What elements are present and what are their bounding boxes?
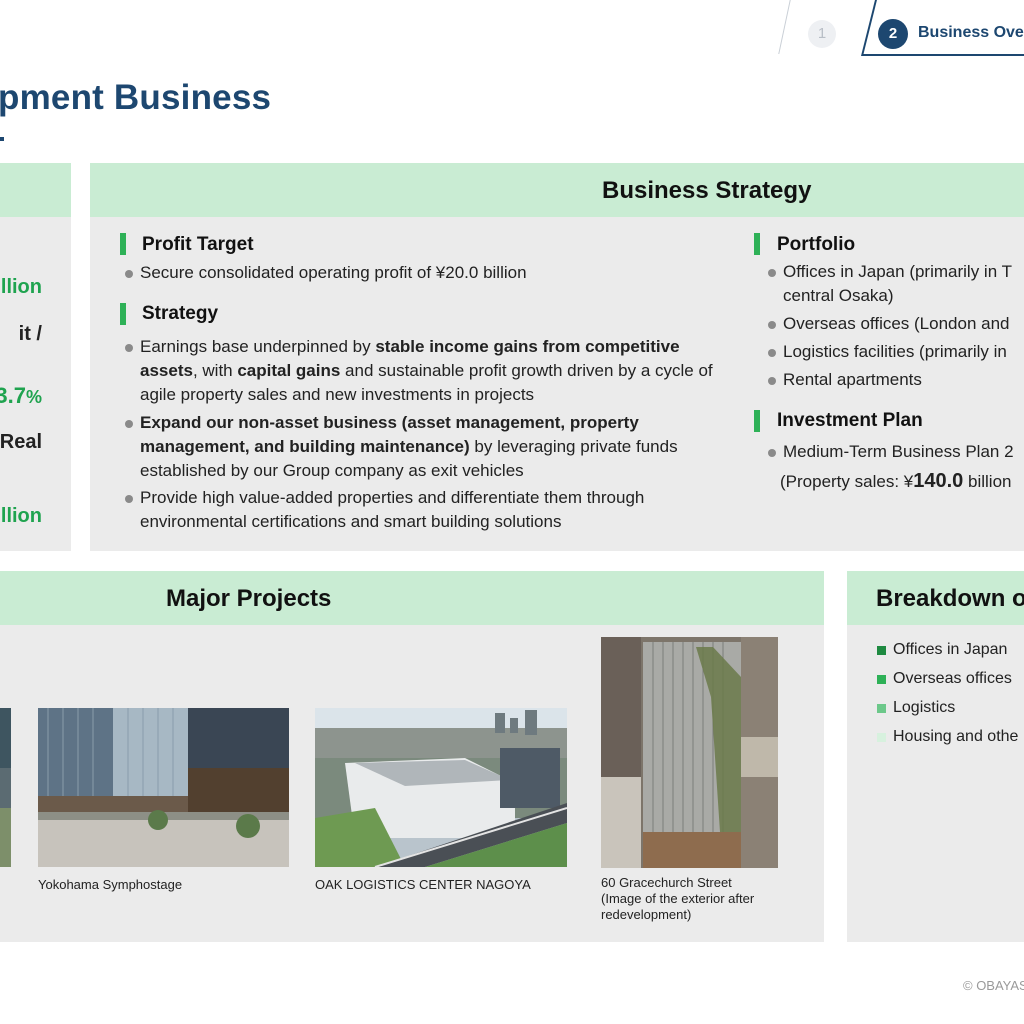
legend-item-offices-japan: Offices in Japan: [877, 641, 1007, 659]
bullet-dot: [125, 344, 133, 352]
legend-swatch: [877, 733, 886, 742]
bullet-dot: [768, 349, 776, 357]
bullet-dot: [125, 270, 133, 278]
strategy-bullet-1: Earnings base underpinned by stable inco…: [125, 335, 725, 407]
summary-panel: llion it / 3.7% f Real llion: [0, 163, 71, 551]
section-number-badge-active: 2: [878, 19, 908, 49]
breakdown-header: Breakdown o: [847, 571, 1024, 625]
strategy-heading: Strategy: [142, 303, 219, 324]
section-marker: [754, 233, 760, 255]
project-photo-oak-logistics: [315, 708, 567, 867]
strategy-bullet-3: Provide high value-added properties and …: [125, 486, 725, 534]
legend-item-logistics: Logistics: [877, 699, 955, 717]
portfolio-heading: Portfolio: [777, 234, 856, 255]
profit-target-bullet: Secure consolidated operating profit of …: [125, 261, 527, 285]
title-underline: [0, 137, 4, 141]
portfolio-item-3: Logistics facilities (primarily in: [768, 340, 1007, 364]
section-marker: [754, 410, 760, 432]
summary-value-1: llion: [0, 276, 42, 298]
investment-plan-detail: (Property sales: ¥140.0 billion: [780, 470, 1012, 492]
section-marker: [120, 233, 126, 255]
legend-swatch: [877, 646, 886, 655]
legend-swatch: [877, 704, 886, 713]
breakdown-panel: Breakdown o Offices in Japan Overseas of…: [847, 571, 1024, 942]
project-photo-cropped: [0, 708, 11, 867]
section-nav: 1 2 Business Over: [778, 0, 1024, 58]
business-strategy-header: Business Strategy: [90, 163, 1024, 217]
summary-label-2: f Real: [0, 431, 42, 453]
portfolio-item-2: Overseas offices (London and: [768, 312, 1010, 336]
copyright-notice: © OBAYAS: [963, 978, 1024, 993]
section-tab-2[interactable]: 2 Business Over: [856, 0, 1024, 56]
investment-plan-heading: Investment Plan: [777, 410, 923, 431]
bullet-dot: [125, 420, 133, 428]
project-caption-oak-logistics: OAK LOGISTICS CENTER NAGOYA: [315, 877, 531, 892]
major-projects-header: Major Projects: [0, 571, 824, 625]
project-photo-yokohama: [38, 708, 289, 867]
major-projects-title: Major Projects: [166, 585, 332, 612]
legend-item-overseas-offices: Overseas offices: [877, 670, 1012, 688]
investment-plan-bullet: Medium-Term Business Plan 2: [768, 440, 1014, 464]
business-strategy-title: Business Strategy: [602, 177, 812, 204]
project-caption-yokohama: Yokohama Symphostage: [38, 877, 183, 892]
profit-target-heading: Profit Target: [142, 234, 254, 255]
bullet-dot: [768, 377, 776, 385]
page-title: pment Business: [0, 78, 272, 117]
strategy-bullet-2: Expand our non-asset business (asset man…: [125, 411, 725, 483]
portfolio-item-1: Offices in Japan (primarily in T central…: [768, 260, 1012, 308]
section-marker: [120, 303, 126, 325]
portfolio-item-4: Rental apartments: [768, 368, 922, 392]
summary-value-2: 3.7%: [0, 383, 42, 408]
summary-panel-header: [0, 163, 71, 217]
summary-label-1: it /: [18, 323, 42, 345]
business-strategy-panel: Business Strategy Profit Target Secure c…: [90, 163, 1024, 551]
major-projects-panel: Major Projects Yokohama Symphostage OAK …: [0, 571, 824, 942]
project-photo-gracechurch: [601, 637, 778, 868]
legend-swatch: [877, 675, 886, 684]
bullet-dot: [125, 495, 133, 503]
legend-item-housing-other: Housing and othe: [877, 728, 1018, 746]
section-number-badge: 1: [808, 20, 836, 48]
bullet-dot: [768, 269, 776, 277]
breakdown-title: Breakdown o: [876, 585, 1024, 612]
section-tab-label: Business Over: [918, 24, 1024, 41]
project-caption-gracechurch: 60 Gracechurch Street (Image of the exte…: [601, 875, 755, 922]
bullet-dot: [768, 449, 776, 457]
bullet-dot: [768, 321, 776, 329]
summary-value-3: llion: [0, 505, 42, 527]
